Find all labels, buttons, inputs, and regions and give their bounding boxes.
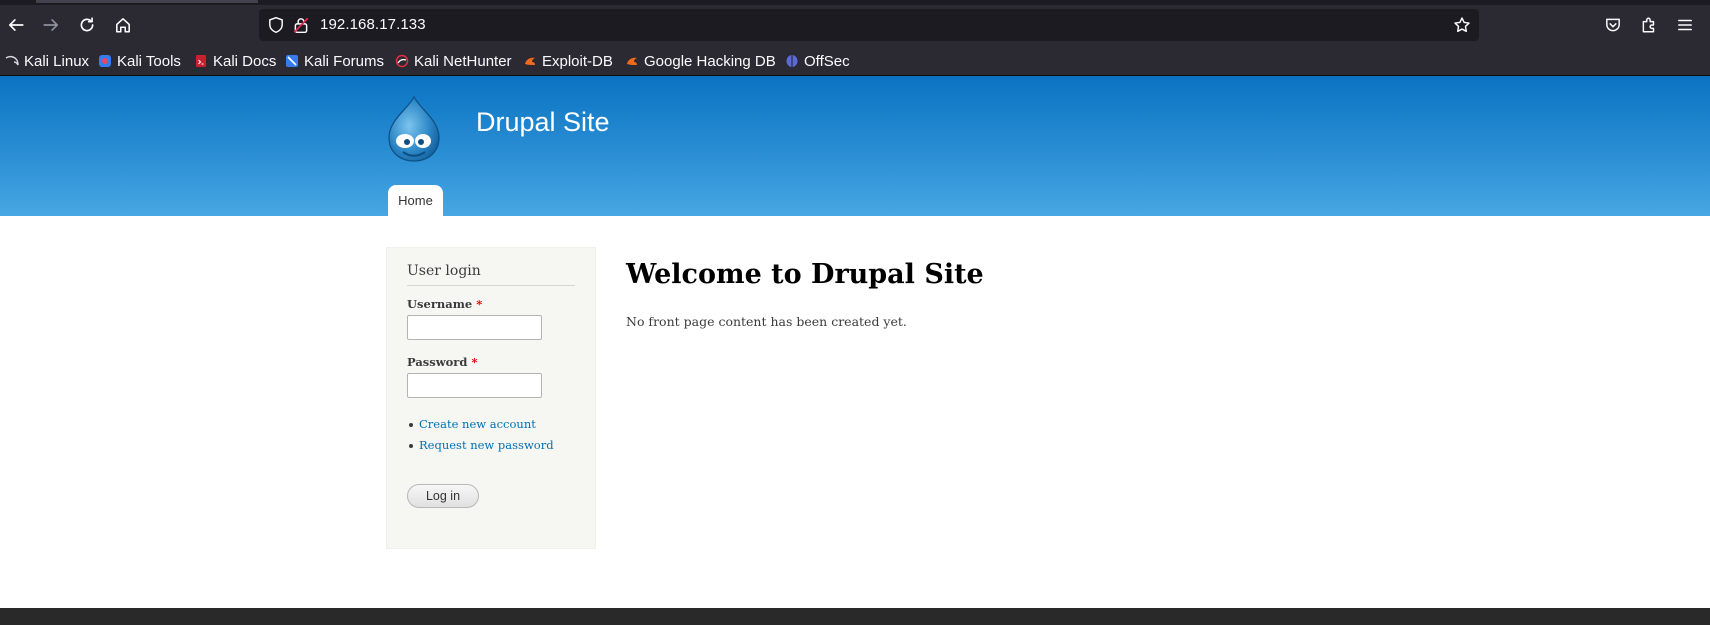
password-label-text: Password <box>407 355 468 369</box>
log-in-button[interactable]: Log in <box>407 484 479 508</box>
site-name[interactable]: Drupal Site <box>476 107 610 138</box>
user-login-block: User login Username * Password * Create … <box>386 247 596 549</box>
block-title: User login <box>407 263 575 286</box>
kali-dragon-icon <box>5 55 19 66</box>
back-button[interactable] <box>1 10 31 40</box>
bookmark-offsec[interactable]: OffSec <box>785 51 850 71</box>
kali-forums-icon <box>286 55 298 67</box>
required-marker: * <box>476 297 483 311</box>
bookmark-label: Google Hacking DB <box>644 52 776 70</box>
shield-icon[interactable] <box>267 16 285 34</box>
hamburger-menu-icon <box>1678 19 1692 31</box>
required-marker: * <box>471 355 478 369</box>
reload-button[interactable] <box>72 10 102 40</box>
exploit-db-icon <box>525 57 535 65</box>
create-account-link[interactable]: Create new account <box>419 417 536 431</box>
drupal-drop-logo[interactable] <box>383 94 445 164</box>
bookmarks-toolbar: Kali Linux Kali Tools Kali Docs Kali For… <box>0 45 1710 76</box>
page-title: Welcome to Drupal Site <box>626 259 984 290</box>
bookmark-label: Kali Forums <box>304 52 385 70</box>
nethunter-icon <box>395 54 409 68</box>
forward-button[interactable] <box>36 10 66 40</box>
user-links-list: Create new account Request new password <box>407 417 554 459</box>
list-item: Create new account <box>407 417 554 438</box>
page-body-text: No front page content has been created y… <box>626 314 907 329</box>
password-label: Password * <box>407 355 477 369</box>
extensions-button[interactable] <box>1634 10 1664 40</box>
back-arrow-icon <box>8 19 24 31</box>
password-field[interactable] <box>407 373 542 398</box>
bookmark-google-hacking-db[interactable]: Google Hacking DB <box>625 51 776 71</box>
url-text[interactable]: 192.168.17.133 <box>320 16 426 33</box>
insecure-lock-icon[interactable] <box>292 16 310 34</box>
kali-tools-icon <box>99 55 111 67</box>
username-field[interactable] <box>407 315 542 340</box>
site-header: Drupal Site Home <box>0 76 1710 216</box>
request-password-link[interactable]: Request new password <box>419 438 554 452</box>
bookmark-exploit-db[interactable]: Exploit-DB <box>523 51 613 71</box>
bookmark-kali-docs[interactable]: Kali Docs <box>194 51 276 71</box>
kali-docs-icon <box>196 55 206 67</box>
pocket-icon <box>1606 18 1620 32</box>
forward-arrow-icon <box>43 19 59 31</box>
list-item: Request new password <box>407 438 554 459</box>
bookmark-label: OffSec <box>804 52 850 70</box>
pocket-button[interactable] <box>1598 10 1628 40</box>
bookmark-label: Kali Docs <box>213 52 277 70</box>
bookmark-label: Kali Tools <box>117 52 181 70</box>
home-button[interactable] <box>108 10 138 40</box>
active-tab[interactable] <box>36 0 258 3</box>
bookmark-label: Kali NetHunter <box>414 52 512 70</box>
ghdb-icon <box>627 57 637 65</box>
site-footer <box>0 608 1710 625</box>
browser-toolbar: 192.168.17.133 <box>0 5 1710 45</box>
bookmark-label: Kali Linux <box>24 52 90 70</box>
bookmark-kali-forums[interactable]: Kali Forums <box>285 51 384 71</box>
reload-icon <box>80 17 94 32</box>
tab-home[interactable]: Home <box>388 185 443 216</box>
username-label-text: Username <box>407 297 473 311</box>
home-icon <box>116 18 130 33</box>
bookmark-kali-nethunter[interactable]: Kali NetHunter <box>395 51 512 71</box>
bookmark-kali-linux[interactable]: Kali Linux <box>5 51 89 71</box>
address-bar[interactable]: 192.168.17.133 <box>259 9 1479 41</box>
puzzle-piece-icon <box>1642 17 1655 33</box>
username-label: Username * <box>407 297 482 311</box>
offsec-icon <box>786 55 798 67</box>
bookmark-label: Exploit-DB <box>542 52 613 70</box>
bookmark-star-icon[interactable] <box>1453 16 1471 34</box>
bookmark-kali-tools[interactable]: Kali Tools <box>98 51 181 71</box>
app-menu-button[interactable] <box>1670 10 1700 40</box>
